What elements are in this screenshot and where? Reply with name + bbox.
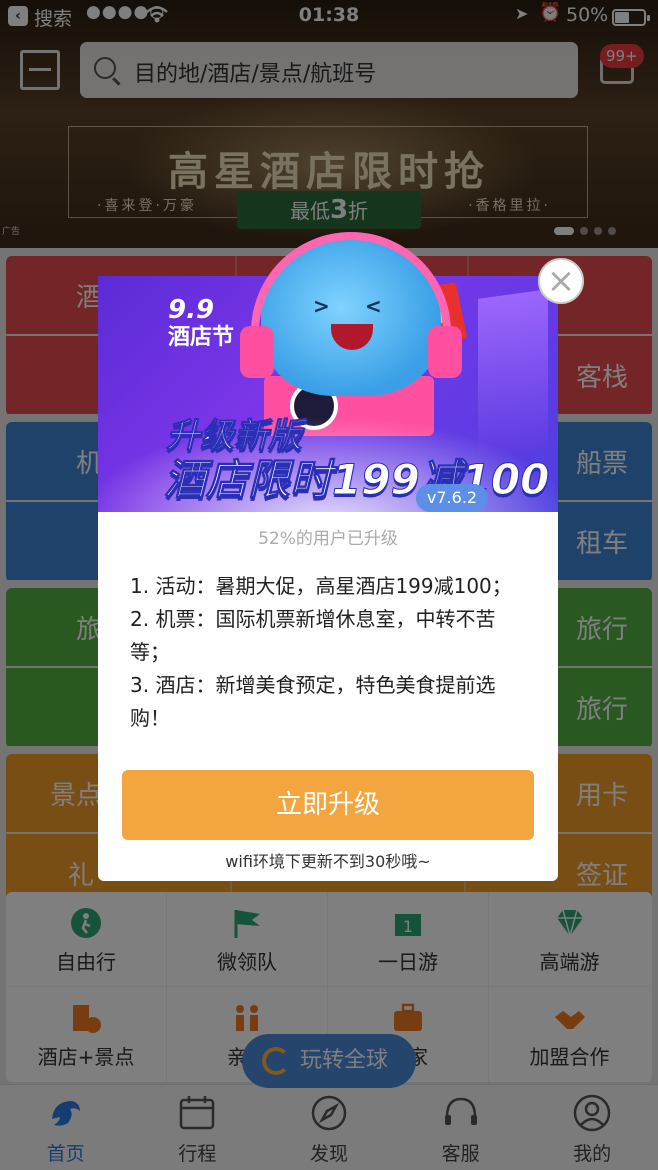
festival-name: 酒店节 [168, 325, 235, 350]
release-note: 3. 酒店：新增美食预定，特色美食提前选购！ [130, 673, 496, 730]
modal-body: 52%的用户已升级 1. 活动：暑期大促，高星酒店199减100； 2. 机票：… [98, 512, 558, 881]
upgrade-now-button[interactable]: 立即升级 [122, 770, 534, 840]
festival-number: 9.9 [168, 295, 215, 325]
release-notes: 1. 活动：暑期大促，高星酒店199减100； 2. 机票：国际机票新增休息室，… [130, 570, 530, 735]
upgrade-modal: 9.9 酒店节 升级新版 酒店限时199减100 v7.6.2 > < × 52… [98, 232, 584, 881]
version-badge: v7.6.2 [416, 484, 488, 512]
headphone-ear-left [240, 326, 274, 378]
close-icon[interactable]: × [538, 258, 584, 304]
upgrade-ratio-text: 52%的用户已升级 [258, 529, 398, 549]
festival-logo: 9.9 酒店节 [168, 296, 234, 352]
release-note: 1. 活动：暑期大促，高星酒店199减100； [130, 574, 512, 598]
release-note: 2. 机票：国际机票新增休息室，中转不苦等； [130, 607, 496, 664]
headphone-ear-right [428, 326, 462, 378]
wifi-tip: wifi环境下更新不到30秒哦~ [225, 852, 431, 871]
modal-headline-2: 酒店限时199减100 [163, 455, 550, 505]
